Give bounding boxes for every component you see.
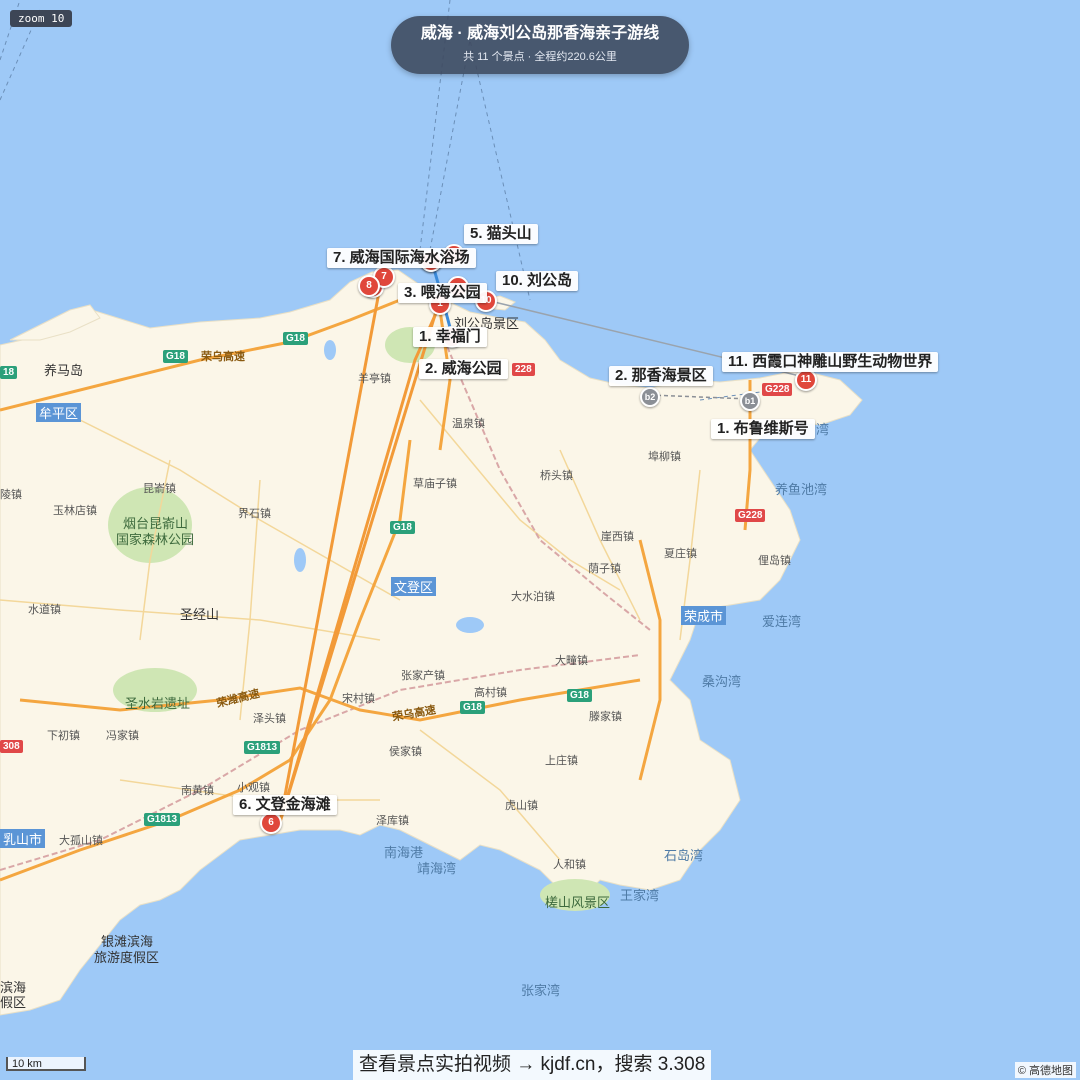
place-label: 温泉镇 [452, 418, 485, 430]
sea-label: 靖海湾 [417, 861, 457, 876]
place-label: 高村镇 [474, 687, 507, 699]
district-label: 文登区 [391, 577, 437, 596]
poi-label-xingfumen[interactable]: 1. 幸福门 [413, 327, 487, 347]
place-label: 水道镇 [28, 604, 61, 616]
poi-label-liugongdao[interactable]: 10. 刘公岛 [496, 271, 579, 291]
place-label: 桥头镇 [540, 470, 573, 482]
route-pin[interactable]: 6 [260, 812, 282, 834]
poi-label-buluweisi[interactable]: 1. 布鲁维斯号 [711, 419, 815, 439]
place-label: 泽头镇 [253, 713, 286, 725]
place-label: 泽库镇 [376, 815, 409, 827]
map-attribution: © 高德地图 [1014, 1062, 1076, 1078]
place-label: 界石镇 [238, 508, 271, 520]
park-label: 圣水岩遗址 [125, 696, 191, 711]
highway-shield: 18 [0, 366, 18, 379]
place-label: 旅游度假区 [94, 950, 160, 965]
district-label: 乳山市 [0, 829, 46, 848]
place-label: 滕家镇 [589, 711, 622, 723]
highway-shield: G18 [283, 332, 308, 345]
place-label: 侯家镇 [389, 746, 422, 758]
district-label: 荣成市 [681, 606, 727, 625]
subtitle-separator: · [524, 51, 535, 63]
sea-label: 桑沟湾 [702, 674, 742, 689]
park-label: 槎山风景区 [545, 895, 611, 910]
road-name-label: 荣乌高速 [201, 351, 245, 363]
spot-count: 共 11 个景点 [463, 51, 525, 63]
place-label: 夏庄镇 [664, 548, 697, 560]
video-promo-link[interactable]: 查看景点实拍视频 → kjdf.cn，搜索 3.308 [353, 1050, 712, 1080]
sea-label: 石岛湾 [664, 848, 704, 863]
place-label: 荫子镇 [588, 563, 621, 575]
route-subtitle: 共 11 个景点 · 全程约220.6公里 [391, 48, 689, 64]
poi-label-haishui-yuchang[interactable]: 7. 威海国际海水浴场 [327, 248, 476, 268]
poi-label-jinhaitan[interactable]: 6. 文登金海滩 [233, 795, 337, 815]
total-distance: 全程约220.6公里 [534, 51, 617, 63]
district-label: 牟平区 [36, 403, 82, 422]
place-label: 大孤山镇 [59, 835, 103, 847]
sea-label: 王家湾 [620, 888, 660, 903]
highway-shield: G18 [567, 689, 592, 702]
sea-label: 张家湾 [521, 983, 561, 998]
highway-shield: 228 [512, 363, 535, 376]
highway-shield: G18 [460, 701, 485, 714]
place-label: 俚岛镇 [758, 555, 791, 567]
highway-shield: 308 [0, 740, 23, 753]
place-label: 崖西镇 [601, 531, 634, 543]
sea-label: 爱连湾 [762, 614, 802, 629]
place-label: 草庙子镇 [413, 478, 457, 490]
sea-label: 湾 [816, 422, 830, 437]
place-label: 圣经山 [180, 607, 220, 622]
route-pin-secondary[interactable]: b2 [640, 387, 660, 407]
place-label: 养马岛 [44, 363, 84, 378]
route-title-card: 威海 · 威海刘公岛那香海亲子游线 共 11 个景点 · 全程约220.6公里 [391, 16, 689, 74]
route-pin[interactable]: 11 [795, 369, 817, 391]
place-label: 下初镇 [47, 730, 80, 742]
highway-shield: G18 [163, 350, 188, 363]
place-label: 假区 [0, 995, 27, 1010]
sea-label: 养鱼池湾 [775, 482, 828, 497]
place-label: 玉林店镇 [53, 505, 97, 517]
highway-shield: G1813 [244, 741, 281, 754]
zoom-level-badge: zoom 10 [10, 10, 73, 27]
highway-shield: G228 [735, 509, 766, 522]
place-label: 上庄镇 [545, 755, 578, 767]
route-pin-secondary[interactable]: b1 [740, 391, 760, 411]
poi-label-naxianghai[interactable]: 2. 那香海景区 [609, 366, 713, 386]
place-label: 羊亭镇 [358, 373, 391, 385]
place-label: 冯家镇 [106, 730, 139, 742]
scale-bar: 10 km [6, 1057, 86, 1071]
poi-label-weihai-park[interactable]: 2. 威海公园 [419, 359, 508, 379]
place-label: 昆嵛镇 [143, 483, 176, 495]
highway-shield: G1813 [144, 813, 181, 826]
place-label: 宋村镇 [342, 693, 375, 705]
place-label: 南黄镇 [181, 785, 214, 797]
route-pin[interactable]: 8 [358, 275, 380, 297]
poi-label-weihai-park-3[interactable]: 3. 喂海公园 [398, 283, 487, 303]
place-label: 大疃镇 [555, 655, 588, 667]
place-label: 埠柳镇 [648, 451, 681, 463]
poi-label-xixiakou[interactable]: 11. 西霞口神雕山野生动物世界 [722, 352, 939, 372]
highway-shield: G18 [390, 521, 415, 534]
park-label: 国家森林公园 [116, 532, 195, 547]
place-label: 张家产镇 [401, 670, 445, 682]
place-label: 虎山镇 [505, 800, 538, 812]
place-label: 陵镇 [0, 489, 22, 501]
route-title: 威海 · 威海刘公岛那香海亲子游线 [420, 25, 660, 42]
poi-label-maotoushan[interactable]: 5. 猫头山 [464, 224, 538, 244]
place-label: 大水泊镇 [511, 591, 555, 603]
place-label: 人和镇 [553, 859, 586, 871]
place-label: 小观镇 [237, 782, 270, 794]
highway-shield: G228 [762, 383, 793, 396]
